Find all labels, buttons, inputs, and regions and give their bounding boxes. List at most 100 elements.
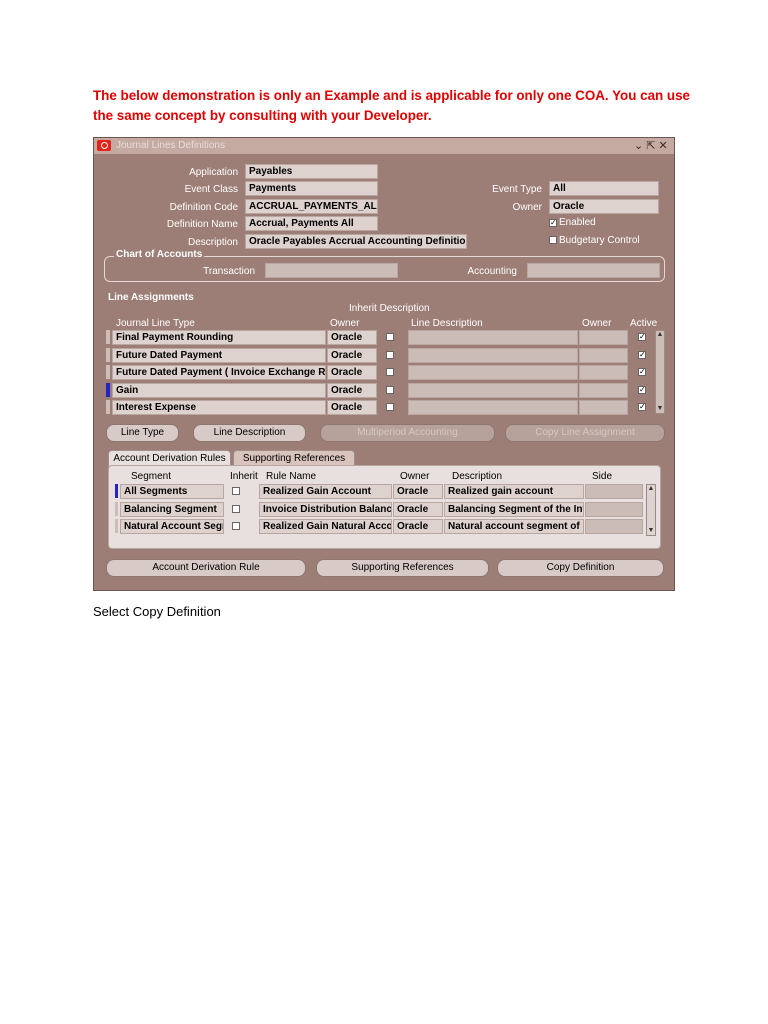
event-class-label: Event Class xyxy=(184,184,238,195)
rule-name-cell[interactable]: Realized Gain Account xyxy=(259,484,392,499)
multiperiod-accounting-button[interactable]: Multiperiod Accounting xyxy=(320,424,495,442)
active-checkbox[interactable]: ✓ xyxy=(638,368,646,376)
row-indicator[interactable] xyxy=(106,347,110,362)
col-owner: Owner xyxy=(330,318,360,329)
definition-code-field[interactable]: ACCRUAL_PAYMENTS_ALL xyxy=(245,199,378,214)
row-indicator[interactable] xyxy=(115,519,118,533)
line-assignments-scrollbar[interactable]: ▲ ▼ xyxy=(655,330,665,414)
line-owner-cell[interactable] xyxy=(579,382,628,398)
application-field[interactable]: Payables xyxy=(245,164,378,179)
active-checkbox[interactable]: ✓ xyxy=(638,350,646,359)
inherit-description-checkbox[interactable] xyxy=(386,350,394,359)
demo-note: The below demonstration is only an Examp… xyxy=(93,88,690,123)
enabled-checkbox[interactable]: ✓ xyxy=(549,219,557,227)
row-indicator[interactable] xyxy=(106,400,110,414)
event-type-field[interactable]: All xyxy=(549,181,659,196)
derivation-scrollbar[interactable]: ▲ ▼ xyxy=(646,484,656,536)
owner-cell[interactable]: Oracle xyxy=(327,365,377,380)
active-checkbox[interactable]: ✓ xyxy=(638,333,646,341)
window-title: Journal Lines Definitions xyxy=(116,140,225,151)
line-owner-cell[interactable] xyxy=(579,365,628,380)
line-type-button[interactable]: Line Type xyxy=(106,424,179,442)
event-class-field[interactable]: Payments xyxy=(245,181,378,196)
copy-definition-button[interactable]: Copy Definition xyxy=(497,559,664,577)
col-active: Active xyxy=(630,318,658,329)
journal-line-type-cell[interactable]: Future Dated Payment ( Invoice Exchange … xyxy=(112,365,326,380)
scroll-down-icon[interactable]: ▼ xyxy=(656,405,664,413)
col-segment: Segment xyxy=(131,471,172,482)
accounting-field[interactable] xyxy=(527,263,660,278)
line-description-cell[interactable] xyxy=(408,330,578,345)
description-label: Description xyxy=(187,237,238,248)
owner-cell[interactable]: Oracle xyxy=(327,330,377,345)
row-indicator[interactable] xyxy=(106,330,110,344)
chart-of-accounts-title: Chart of Accounts xyxy=(114,249,205,260)
rule-name-cell[interactable]: Realized Gain Natural Account xyxy=(259,519,392,534)
line-description-cell[interactable] xyxy=(408,365,578,380)
definition-code-label: Definition Code xyxy=(169,202,238,213)
owner-cell[interactable]: Oracle xyxy=(327,347,377,363)
journal-lines-window: Journal Lines Definitions ⌄ ⇱ ✕ Applicat… xyxy=(93,137,675,591)
rule-description-cell[interactable]: Balancing Segment of the Invoice xyxy=(444,501,584,517)
transaction-field[interactable] xyxy=(265,263,398,278)
line-owner-cell[interactable] xyxy=(579,330,628,345)
row-indicator[interactable] xyxy=(115,501,118,516)
definition-name-field[interactable]: Accrual, Payments All xyxy=(245,216,378,231)
budgetary-control-checkbox[interactable] xyxy=(549,236,557,244)
account-derivation-panel: Segment Inherit Rule Name Owner Descript… xyxy=(108,465,661,549)
inherit-description-checkbox[interactable] xyxy=(386,403,394,411)
inherit-description-checkbox[interactable] xyxy=(386,333,394,341)
line-owner-cell[interactable] xyxy=(579,400,628,415)
line-description-button[interactable]: Line Description xyxy=(193,424,306,442)
col-inherit: Inherit xyxy=(230,471,258,482)
inherit-checkbox[interactable] xyxy=(232,487,240,495)
journal-line-type-cell[interactable]: Gain xyxy=(112,382,326,398)
rule-owner-cell[interactable]: Oracle xyxy=(393,501,443,517)
scroll-down-icon[interactable]: ▼ xyxy=(647,527,655,535)
journal-line-type-cell[interactable]: Interest Expense xyxy=(112,400,326,415)
rule-description-cell[interactable]: Realized gain account xyxy=(444,484,584,499)
side-cell[interactable] xyxy=(585,484,643,499)
supporting-references-button[interactable]: Supporting References xyxy=(316,559,489,577)
col-rule-name: Rule Name xyxy=(266,471,317,482)
scroll-up-icon[interactable]: ▲ xyxy=(647,485,655,493)
rule-owner-cell[interactable]: Oracle xyxy=(393,484,443,499)
side-cell[interactable] xyxy=(585,519,643,534)
line-description-cell[interactable] xyxy=(408,347,578,363)
inherit-description-checkbox[interactable] xyxy=(386,368,394,376)
owner-cell[interactable]: Oracle xyxy=(327,400,377,415)
inherit-checkbox[interactable] xyxy=(232,504,240,513)
active-checkbox[interactable]: ✓ xyxy=(638,385,646,394)
owner-field[interactable]: Oracle xyxy=(549,199,659,214)
account-derivation-rule-button[interactable]: Account Derivation Rule xyxy=(106,559,306,577)
col-journal-line-type: Journal Line Type xyxy=(116,318,195,329)
journal-line-type-cell[interactable]: Final Payment Rounding xyxy=(112,330,326,345)
segment-cell[interactable]: Natural Account Segment xyxy=(120,519,224,534)
journal-line-type-cell[interactable]: Future Dated Payment xyxy=(112,347,326,363)
rule-name-cell[interactable]: Invoice Distribution Balancing Segment xyxy=(259,501,392,517)
event-type-label: Event Type xyxy=(492,184,542,195)
copy-line-assignment-button[interactable]: Copy Line Assignment xyxy=(505,424,665,442)
line-owner-cell[interactable] xyxy=(579,347,628,363)
application-label: Application xyxy=(189,167,238,178)
side-cell[interactable] xyxy=(585,501,643,517)
rule-owner-cell[interactable]: Oracle xyxy=(393,519,443,534)
definition-name-label: Definition Name xyxy=(166,219,238,230)
window-controls[interactable]: ⌄ ⇱ ✕ xyxy=(634,139,668,152)
segment-cell[interactable]: All Segments xyxy=(120,484,224,499)
inherit-description-header: Inherit Description xyxy=(349,303,430,314)
line-description-cell[interactable] xyxy=(408,400,578,415)
description-field[interactable]: Oracle Payables Accrual Accounting Defin… xyxy=(245,234,467,249)
scroll-up-icon[interactable]: ▲ xyxy=(656,331,664,339)
caption-text: Select Copy Definition xyxy=(93,604,221,619)
active-checkbox[interactable]: ✓ xyxy=(638,403,646,411)
owner-cell[interactable]: Oracle xyxy=(327,382,377,398)
row-indicator[interactable] xyxy=(106,365,110,379)
inherit-checkbox[interactable] xyxy=(232,522,240,530)
rule-description-cell[interactable]: Natural account segment of xyxy=(444,519,584,534)
row-indicator[interactable] xyxy=(115,484,118,498)
inherit-description-checkbox[interactable] xyxy=(386,385,394,394)
line-description-cell[interactable] xyxy=(408,382,578,398)
row-indicator[interactable] xyxy=(106,382,110,397)
segment-cell[interactable]: Balancing Segment xyxy=(120,501,224,517)
